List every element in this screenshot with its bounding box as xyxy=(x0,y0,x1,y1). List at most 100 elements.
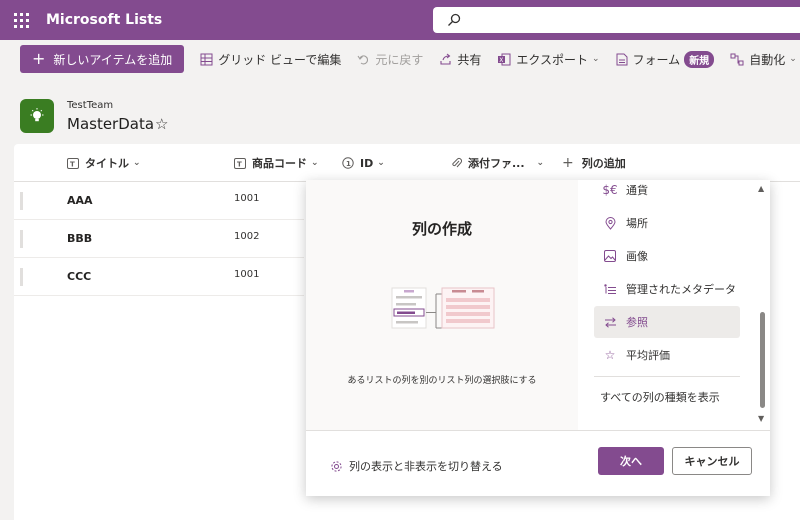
automate-button[interactable]: 自動化 ⌄ xyxy=(724,45,800,73)
lookup-illustration-icon xyxy=(391,287,495,329)
new-badge: 新規 xyxy=(684,50,715,68)
column-type-preview: 列の作成 あるリストの列を別のリスト列の選択肢にする xyxy=(306,180,578,430)
row-code: 1002 xyxy=(234,231,260,242)
search-input[interactable] xyxy=(469,13,800,27)
column-id-label: ID xyxy=(360,156,374,170)
table-row[interactable]: BBB 1002 xyxy=(14,220,304,258)
table-row[interactable]: CCC 1001 xyxy=(14,258,304,296)
search-box[interactable] xyxy=(433,7,800,33)
excel-icon: X xyxy=(498,53,511,65)
undo-label: 元に戻す xyxy=(375,52,424,67)
type-item-label: 場所 xyxy=(626,217,648,230)
export-label: エクスポート xyxy=(516,52,588,67)
type-item-currency[interactable]: $€ 通貨 xyxy=(594,180,740,206)
table-row[interactable]: AAA 1001 xyxy=(14,182,304,220)
grid-icon xyxy=(200,53,213,65)
show-all-column-types-link[interactable]: すべての列の種類を表示 xyxy=(600,389,720,405)
type-item-lookup[interactable]: 参照 xyxy=(594,306,740,338)
grid-view-label: グリッド ビューで編集 xyxy=(218,52,342,67)
team-name[interactable]: TestTeam xyxy=(67,100,113,111)
create-column-dialog: 列の作成 あるリストの列を別のリスト列の選択肢にする $€ 通貨 場所 画像 管… xyxy=(306,180,770,496)
app-title[interactable]: Microsoft Lists xyxy=(46,12,162,28)
number-column-icon: 1 xyxy=(342,157,354,169)
row-selector[interactable] xyxy=(20,230,23,248)
toggle-columns-label: 列の表示と非表示を切り替える xyxy=(349,460,503,473)
column-header-row: T タイトル ⌄ T 商品コード ⌄ 1 ID ⌄ 添付ファ... ⌄ + 列の… xyxy=(14,144,800,182)
chevron-down-icon: ⌄ xyxy=(592,54,600,64)
automate-label: 自動化 xyxy=(749,52,786,67)
svg-text:T: T xyxy=(70,160,75,168)
paperclip-icon xyxy=(452,158,462,168)
list-title[interactable]: MasterData xyxy=(67,115,154,133)
list-header: TestTeam MasterData ☆ xyxy=(0,78,800,144)
column-header-product-code[interactable]: T 商品コード ⌄ xyxy=(234,144,319,182)
managed-metadata-icon xyxy=(600,283,620,295)
column-type-description: あるリストの列を別のリスト列の選択肢にする xyxy=(347,376,537,386)
app-header: Microsoft Lists xyxy=(0,0,800,40)
svg-text:T: T xyxy=(237,160,242,168)
lightbulb-icon xyxy=(20,99,54,133)
dialog-title: 列の作成 xyxy=(411,220,472,238)
cancel-button[interactable]: キャンセル xyxy=(672,447,752,475)
type-item-image[interactable]: 画像 xyxy=(594,240,740,272)
svg-text:X: X xyxy=(500,56,504,63)
new-item-button[interactable]: + 新しいアイテムを追加 xyxy=(20,45,185,73)
row-selector[interactable] xyxy=(20,192,23,210)
row-title[interactable]: AAA xyxy=(67,194,93,207)
form-button[interactable]: フォーム 新規 xyxy=(610,45,721,73)
type-item-label: 管理されたメタデータ xyxy=(626,283,736,296)
command-bar: + 新しいアイテムを追加 グリッド ビューで編集 元に戻す 共有 X エクスポー… xyxy=(0,40,800,78)
share-button[interactable]: 共有 xyxy=(433,45,487,73)
svg-text:1: 1 xyxy=(346,160,351,168)
type-item-label: 参照 xyxy=(626,316,648,329)
favorite-star-icon[interactable]: ☆ xyxy=(155,115,168,133)
app-launcher-button[interactable] xyxy=(0,0,42,40)
column-title-label: タイトル xyxy=(85,157,129,170)
dialog-footer: 列の表示と非表示を切り替える 次へ キャンセル xyxy=(306,430,770,496)
column-header-title[interactable]: T タイトル ⌄ xyxy=(67,144,141,182)
type-item-managed-metadata[interactable]: 管理されたメタデータ xyxy=(594,273,740,305)
grid-view-button[interactable]: グリッド ビューで編集 xyxy=(194,45,347,73)
scroll-up-arrow-icon[interactable]: ▲ xyxy=(758,184,764,193)
form-label: フォーム xyxy=(632,52,681,67)
column-header-id[interactable]: 1 ID ⌄ xyxy=(342,144,385,182)
column-type-list[interactable]: $€ 通貨 場所 画像 管理されたメタデータ 参照 ☆ 平均評価 すべての列の種… xyxy=(578,180,770,430)
text-column-icon: T xyxy=(67,157,79,169)
automate-icon xyxy=(730,53,744,65)
scroll-down-arrow-icon[interactable]: ▼ xyxy=(758,414,764,423)
export-button[interactable]: X エクスポート ⌄ xyxy=(491,45,605,73)
toggle-columns-link[interactable]: 列の表示と非表示を切り替える xyxy=(330,458,503,474)
chevron-down-icon: ⌄ xyxy=(377,158,385,168)
divider xyxy=(594,376,740,377)
column-product-code-label: 商品コード xyxy=(252,157,307,170)
lookup-icon xyxy=(600,316,620,328)
type-item-label: 平均評価 xyxy=(626,349,670,362)
row-title[interactable]: BBB xyxy=(67,232,92,245)
chevron-down-icon: ⌄ xyxy=(133,158,141,168)
currency-icon: $€ xyxy=(602,183,618,197)
search-icon xyxy=(448,13,461,26)
type-item-label: 通貨 xyxy=(626,184,648,197)
type-item-location[interactable]: 場所 xyxy=(594,207,740,239)
row-title[interactable]: CCC xyxy=(67,270,91,283)
chevron-down-icon: ⌄ xyxy=(536,158,545,168)
new-item-label: 新しいアイテムを追加 xyxy=(53,52,173,67)
location-icon xyxy=(600,216,620,230)
add-column-button[interactable]: + 列の追加 xyxy=(562,144,626,182)
row-code: 1001 xyxy=(234,269,260,280)
undo-button[interactable]: 元に戻す xyxy=(351,45,429,73)
share-label: 共有 xyxy=(457,52,482,67)
next-button[interactable]: 次へ xyxy=(598,447,664,475)
chevron-down-icon: ⌄ xyxy=(789,54,797,64)
row-selector[interactable] xyxy=(20,268,23,286)
column-header-attachments[interactable]: 添付ファ... ⌄ xyxy=(451,144,544,182)
plus-icon: + xyxy=(32,49,46,68)
add-column-label: 列の追加 xyxy=(581,157,626,170)
column-attachments-label: 添付ファ... xyxy=(468,157,525,170)
type-item-label: 画像 xyxy=(626,250,648,263)
waffle-icon xyxy=(13,12,29,28)
image-icon xyxy=(600,250,620,262)
gear-icon xyxy=(331,460,342,472)
scrollbar-thumb[interactable] xyxy=(760,312,765,408)
type-item-rating[interactable]: ☆ 平均評価 xyxy=(594,339,740,371)
